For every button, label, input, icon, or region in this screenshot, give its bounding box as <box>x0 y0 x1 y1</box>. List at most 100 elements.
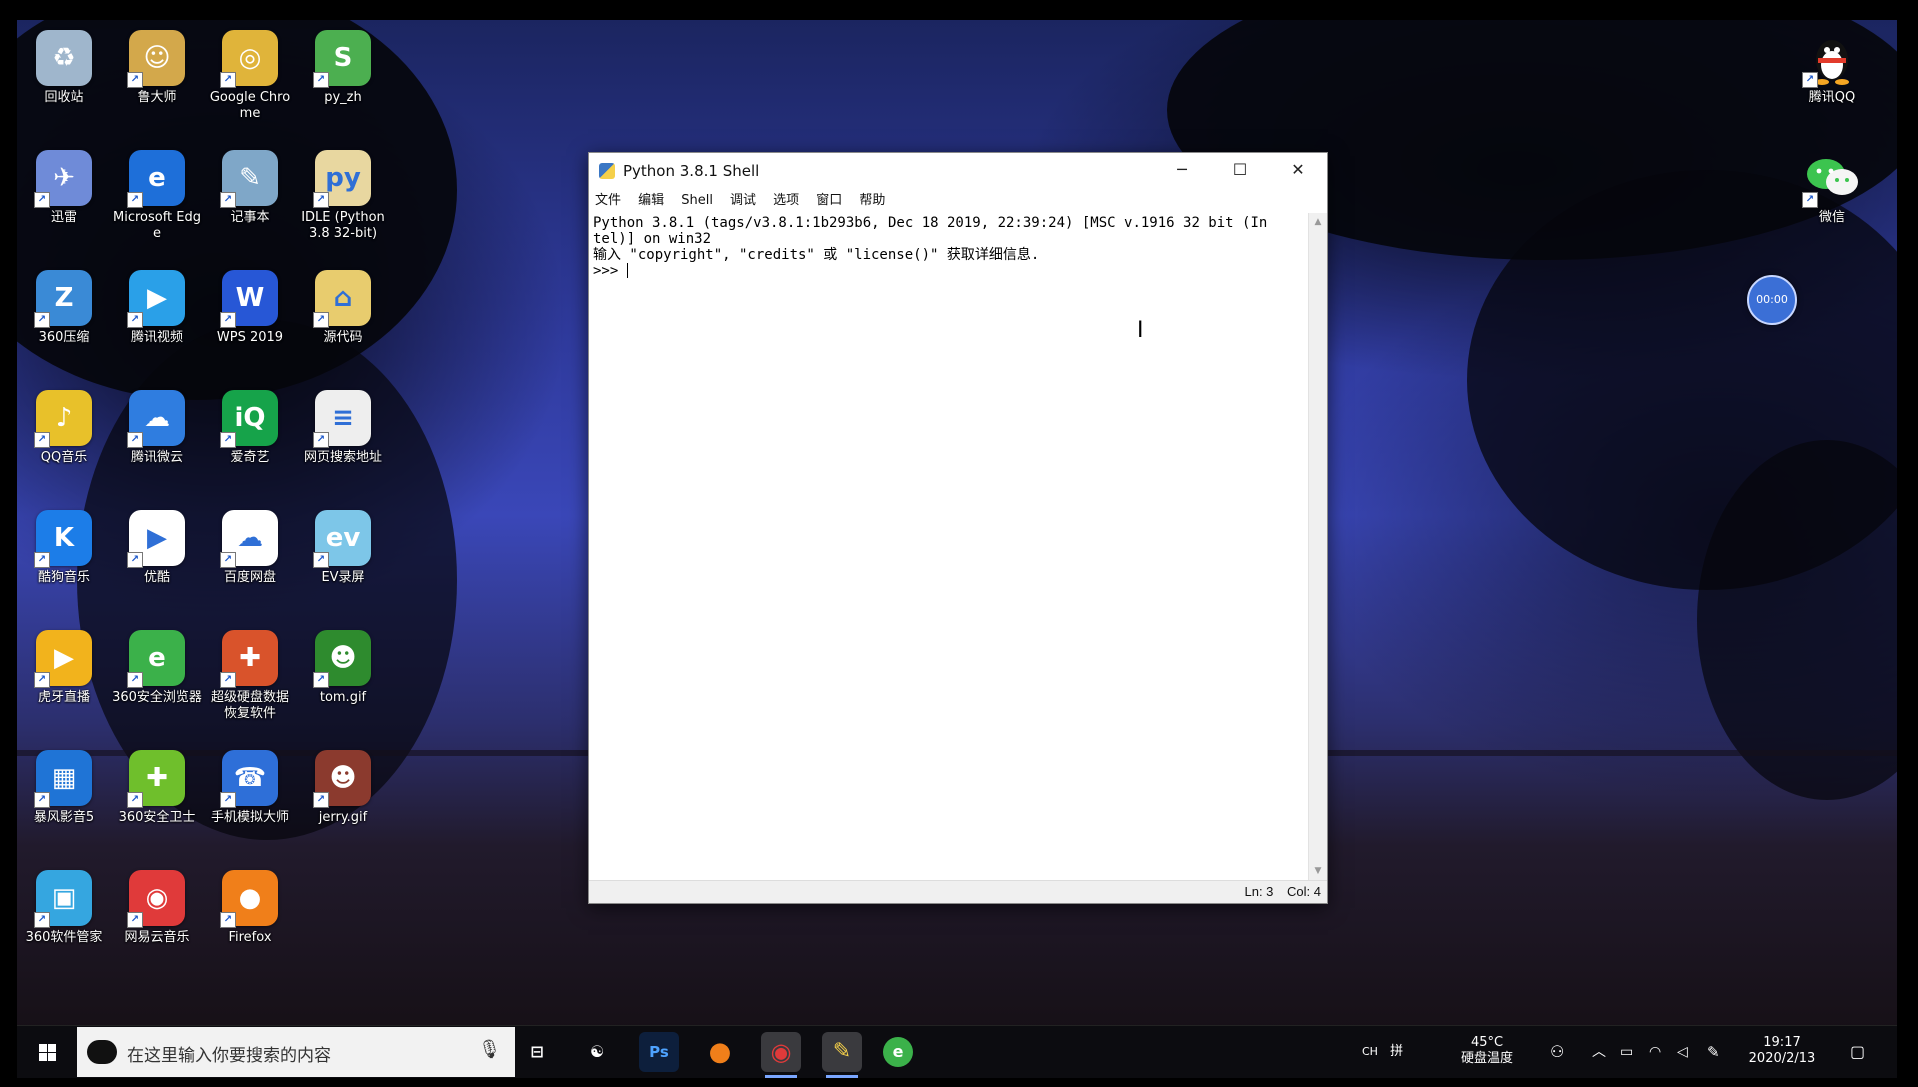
desktop-icon[interactable]: Z ↗ 360压缩 <box>19 270 109 346</box>
menu-shell[interactable]: Shell <box>681 190 713 212</box>
desktop-icon-label: 超级硬盘数据恢复软件 <box>210 690 289 721</box>
desktop-icon[interactable]: ▶ ↗ 优酷 <box>112 510 202 586</box>
taskbar-firefox[interactable]: ● <box>700 1032 740 1072</box>
shortcut-arrow-icon: ↗ <box>220 192 236 208</box>
desktop-icon-label: 网页搜索地址 <box>303 450 382 465</box>
menu-debug[interactable]: 调试 <box>730 190 756 212</box>
wifi-icon[interactable]: ◠ <box>1649 1026 1661 1078</box>
menu-window[interactable]: 窗口 <box>816 190 842 212</box>
python-shell-window[interactable]: Python 3.8.1 Shell ─ ☐ ✕ 文件 编辑 Shell 调试 … <box>588 152 1328 904</box>
desktop-icon[interactable]: ☁ ↗ 腾讯微云 <box>112 390 202 466</box>
shell-text-area[interactable]: Python 3.8.1 (tags/v3.8.1:1b293b6, Dec 1… <box>589 213 1309 880</box>
start-button[interactable] <box>17 1026 75 1078</box>
desktop-icon[interactable]: iQ ↗ 爱奇艺 <box>205 390 295 466</box>
ime-indicator[interactable]: CH 拼 <box>1362 1026 1403 1078</box>
desktop-icon[interactable]: ◎ ↗ Google Chrome <box>205 30 295 122</box>
baofeng-icon: ▦ ↗ <box>34 750 92 808</box>
shortcut-arrow-icon: ↗ <box>34 672 50 688</box>
desktop-icon[interactable]: ✚ ↗ 360安全卫士 <box>112 750 202 826</box>
taskbar-idle[interactable]: ✎ <box>822 1032 862 1078</box>
taskbar-search-box[interactable]: 在这里输入你要搜索的内容 🎙 <box>77 1027 515 1077</box>
shortcut-arrow-icon: ↗ <box>313 192 329 208</box>
idle-icon: ✎ <box>832 1039 852 1064</box>
desktop-icon-label: py_zh <box>324 90 362 105</box>
taskbar-photoshop[interactable]: Ps <box>639 1032 679 1072</box>
desktop-icon-qq[interactable]: ↗ 腾讯QQ <box>1787 30 1877 106</box>
shortcut-arrow-icon: ↗ <box>34 432 50 448</box>
clock-time: 19:17 <box>1763 1035 1801 1050</box>
desktop-icon-label: 源代码 <box>323 330 363 345</box>
desktop-icon[interactable]: ☻ ↗ jerry.gif <box>298 750 388 826</box>
desktop-icon[interactable]: ◉ ↗ 网易云音乐 <box>112 870 202 946</box>
windows-logo-icon <box>39 1044 56 1061</box>
desktop-icon[interactable]: ▣ ↗ 360软件管家 <box>19 870 109 946</box>
desktop-icon[interactable]: ✎ ↗ 记事本 <box>205 150 295 226</box>
desktop-icon-label: jerry.gif <box>318 810 368 825</box>
recording-timer[interactable]: 00:00 <box>1747 275 1797 325</box>
desktop-icon[interactable]: K ↗ 酷狗音乐 <box>19 510 109 586</box>
task-view-button[interactable]: ⊟ <box>517 1032 557 1072</box>
desktop-icon[interactable]: py ↗ IDLE (Python 3.8 32-bit) <box>298 150 388 242</box>
pen-icon[interactable]: ✎ <box>1707 1026 1720 1078</box>
shortcut-arrow-icon: ↗ <box>313 792 329 808</box>
window-title: Python 3.8.1 Shell <box>623 162 760 180</box>
snake-icon: S ↗ <box>313 30 371 88</box>
wechat-icon: ↗ <box>1802 150 1860 208</box>
desktop-icon[interactable]: ▶ ↗ 腾讯视频 <box>112 270 202 346</box>
close-button[interactable]: ✕ <box>1269 153 1327 187</box>
menu-edit[interactable]: 编辑 <box>638 190 664 212</box>
shortcut-arrow-icon: ↗ <box>220 432 236 448</box>
desktop-icon-label: 暴风影音5 <box>33 810 95 825</box>
notification-icon[interactable]: ▢ <box>1850 1026 1865 1078</box>
desktop-icon-label: 虎牙直播 <box>37 690 90 705</box>
desktop-icon[interactable]: ▶ ↗ 虎牙直播 <box>19 630 109 706</box>
desktop-icon[interactable]: e ↗ 360安全浏览器 <box>112 630 202 706</box>
people-icon[interactable]: ⚇ <box>1550 1026 1564 1078</box>
taskbar-app-1[interactable]: ☯ <box>577 1032 617 1072</box>
microphone-icon[interactable]: 🎙 <box>478 1039 501 1060</box>
menu-file[interactable]: 文件 <box>595 190 621 212</box>
desktop-icon[interactable]: ☺ ↗ 鲁大师 <box>112 30 202 106</box>
taskbar-360browser[interactable]: e <box>883 1037 913 1067</box>
desktop-icon[interactable]: ✈ ↗ 迅雷 <box>19 150 109 226</box>
disk-recovery-icon: ✚ ↗ <box>220 630 278 688</box>
desktop-icon-label: 鲁大师 <box>137 90 177 105</box>
ime-label: CH <box>1362 1045 1378 1058</box>
text-caret <box>626 263 628 278</box>
menu-help[interactable]: 帮助 <box>859 190 885 212</box>
desktop-icon[interactable]: ⌂ ↗ 源代码 <box>298 270 388 346</box>
desktop-icon[interactable]: ▦ ↗ 暴风影音5 <box>19 750 109 826</box>
shortcut-arrow-icon: ↗ <box>127 192 143 208</box>
shortcut-arrow-icon: ↗ <box>127 792 143 808</box>
desktop-icon-label: Firefox <box>228 930 272 945</box>
desktop-icon[interactable]: S ↗ py_zh <box>298 30 388 106</box>
desktop-icon[interactable]: ♻ 回收站 <box>19 30 109 106</box>
ibeam-cursor-icon: I <box>1137 318 1144 343</box>
menu-options[interactable]: 选项 <box>773 190 799 212</box>
show-hidden-icons[interactable]: ︿ <box>1592 1026 1606 1078</box>
desktop-icon[interactable]: ☻ ↗ tom.gif <box>298 630 388 706</box>
vertical-scrollbar[interactable]: ▲ ▼ <box>1308 213 1327 880</box>
desktop-icon[interactable]: e ↗ Microsoft Edge <box>112 150 202 242</box>
desktop-icon[interactable]: ● ↗ Firefox <box>205 870 295 946</box>
volume-icon[interactable]: ◁ <box>1677 1026 1688 1078</box>
desktop-icon[interactable]: ☁ ↗ 百度网盘 <box>205 510 295 586</box>
taskbar-netease-music[interactable]: ◉ <box>761 1032 801 1078</box>
scroll-down-icon[interactable]: ▼ <box>1309 862 1327 880</box>
desktop-icon-label: 腾讯视频 <box>130 330 183 345</box>
battery-icon[interactable]: ▭ <box>1620 1026 1633 1078</box>
desktop-icon[interactable]: ♪ ↗ QQ音乐 <box>19 390 109 466</box>
desktop-icon[interactable]: W ↗ WPS 2019 <box>205 270 295 346</box>
desktop-icon-label: 优酷 <box>143 570 170 585</box>
title-bar[interactable]: Python 3.8.1 Shell ─ ☐ ✕ <box>589 153 1327 189</box>
desktop-icon[interactable]: ☎ ↗ 手机模拟大师 <box>205 750 295 826</box>
phone-emulator-icon: ☎ ↗ <box>220 750 278 808</box>
minimize-button[interactable]: ─ <box>1153 153 1211 187</box>
scroll-up-icon[interactable]: ▲ <box>1309 213 1327 231</box>
desktop-icon[interactable]: ✚ ↗ 超级硬盘数据恢复软件 <box>205 630 295 722</box>
shortcut-arrow-icon: ↗ <box>127 432 143 448</box>
maximize-button[interactable]: ☐ <box>1211 153 1269 187</box>
desktop-icon-wechat[interactable]: ↗ 微信 <box>1787 150 1877 226</box>
desktop-icon[interactable]: ev ↗ EV录屏 <box>298 510 388 586</box>
desktop-icon[interactable]: ≡ ↗ 网页搜索地址 <box>298 390 388 466</box>
